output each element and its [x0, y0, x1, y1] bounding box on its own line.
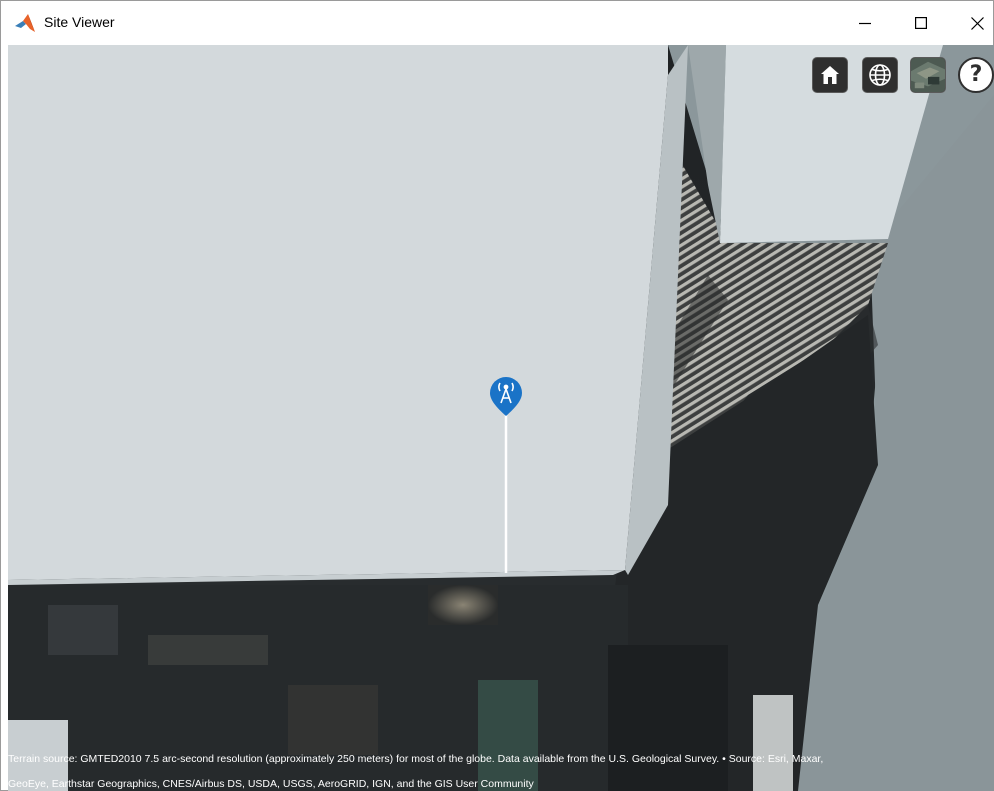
close-button[interactable] [949, 1, 994, 45]
attribution: Terrain source: GMTED2010 7.5 arc-second… [8, 745, 994, 791]
attribution-line-1: Terrain source: GMTED2010 7.5 arc-second… [8, 753, 824, 765]
minimize-button[interactable] [837, 1, 893, 45]
close-icon [970, 16, 984, 30]
basemap-picker-button[interactable] [910, 57, 946, 93]
matlab-logo-icon [15, 14, 35, 32]
title-bar[interactable]: Site Viewer [1, 1, 993, 45]
globe-button[interactable] [862, 57, 898, 93]
globe-icon [869, 64, 891, 86]
3d-scene[interactable] [8, 45, 994, 791]
site-viewer-window: Site Viewer ? Terrain source: GMTED2010 … [0, 0, 994, 791]
window-title: Site Viewer [44, 14, 115, 30]
basemap-imagery-icon [911, 58, 945, 92]
help-button[interactable]: ? [958, 57, 994, 93]
attribution-line-2: GeoEye, Earthstar Geographics, CNES/Airb… [8, 778, 534, 790]
home-button[interactable] [812, 57, 848, 93]
minimize-icon [859, 22, 871, 25]
help-icon: ? [969, 62, 983, 87]
maximize-button[interactable] [893, 1, 949, 45]
map-viewer[interactable]: ? Terrain source: GMTED2010 7.5 arc-seco… [8, 45, 994, 791]
maximize-icon [915, 17, 927, 29]
home-icon [821, 66, 839, 84]
